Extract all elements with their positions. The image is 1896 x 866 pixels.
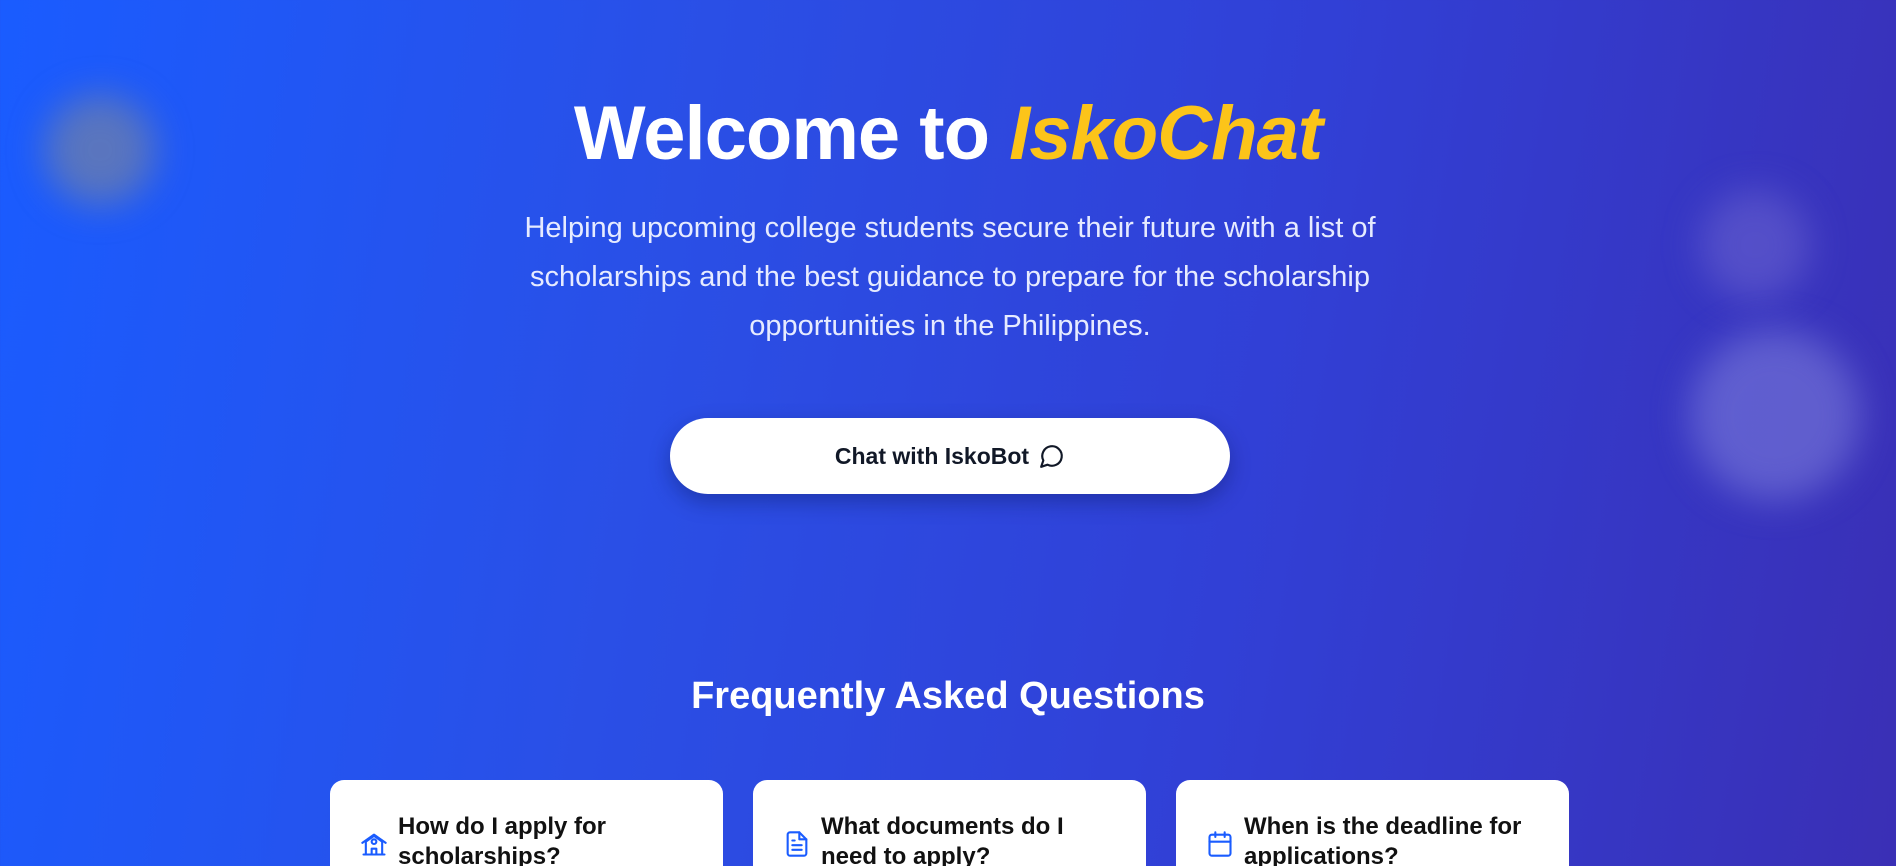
document-icon [783,830,811,858]
faq-card-apply[interactable]: How do I apply for scholarships? [330,780,723,866]
faq-card-documents[interactable]: What documents do I need to apply? [753,780,1146,866]
hero-title-prefix: Welcome to [573,91,1010,176]
brand-name: IskoChat [1009,91,1323,176]
cta-label: Chat with IskoBot [834,442,1030,469]
faq-question: When is the deadline for applications? [1244,813,1522,866]
chat-bubble-icon [1039,443,1065,469]
hero-title: Welcome to IskoChat [0,92,1896,176]
decorative-blob [1690,330,1860,500]
faq-heading: Frequently Asked Questions [691,675,1205,717]
chat-with-iskobot-button[interactable]: Chat with IskoBot [670,418,1230,494]
faq-card-deadline[interactable]: When is the deadline for applications? [1176,780,1569,866]
faq-question: What documents do I need to apply? [821,813,1064,866]
faq-question: How do I apply for scholarships? [398,813,606,866]
decorative-blob [1700,190,1810,300]
hero-subtitle: Helping upcoming college students secure… [524,212,1376,342]
school-icon [360,830,388,858]
calendar-icon [1206,830,1234,858]
